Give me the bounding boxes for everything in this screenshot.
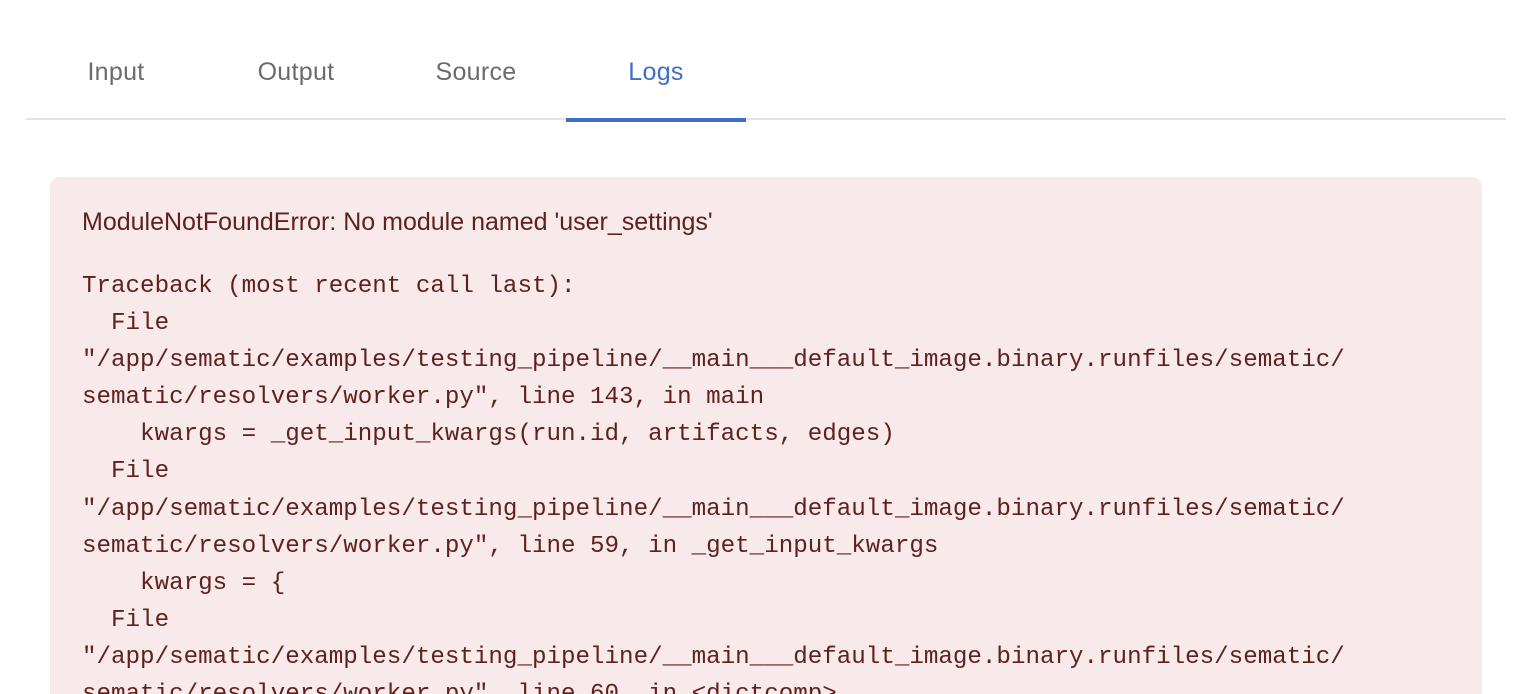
traceback-line: "/app/sematic/examples/testing_pipeline/… [82, 347, 1345, 375]
traceback-line: kwargs = { [82, 569, 286, 597]
traceback-line: kwargs = _get_input_kwargs(run.id, artif… [82, 421, 895, 449]
traceback-line: sematic/resolvers/worker.py", line 143, … [82, 384, 765, 412]
tab-bar: Input Output Source Logs [26, 0, 1506, 122]
tab-output[interactable]: Output [206, 0, 386, 120]
tab-source-label: Source [435, 57, 517, 86]
traceback-line: "/app/sematic/examples/testing_pipeline/… [82, 495, 1345, 523]
traceback-block: Traceback (most recent call last): File … [82, 268, 1450, 694]
traceback-line: Traceback (most recent call last): [82, 273, 576, 300]
traceback-line: sematic/resolvers/worker.py", line 59, i… [82, 532, 939, 560]
traceback-line: sematic/resolvers/worker.py", line 60, i… [82, 681, 837, 694]
error-title: ModuleNotFoundError: No module named 'us… [82, 208, 713, 236]
traceback-line: File [82, 606, 170, 634]
tab-source[interactable]: Source [386, 0, 566, 120]
error-alert: ModuleNotFoundError: No module named 'us… [50, 177, 1482, 694]
tab-logs[interactable]: Logs [566, 0, 746, 122]
traceback-line: "/app/sematic/examples/testing_pipeline/… [82, 643, 1345, 671]
tab-output-label: Output [257, 57, 335, 86]
tab-input[interactable]: Input [26, 0, 206, 120]
traceback-line: File [82, 458, 170, 486]
tab-logs-label: Logs [628, 57, 684, 86]
traceback-line: File [82, 310, 170, 338]
tab-input-label: Input [87, 57, 145, 86]
